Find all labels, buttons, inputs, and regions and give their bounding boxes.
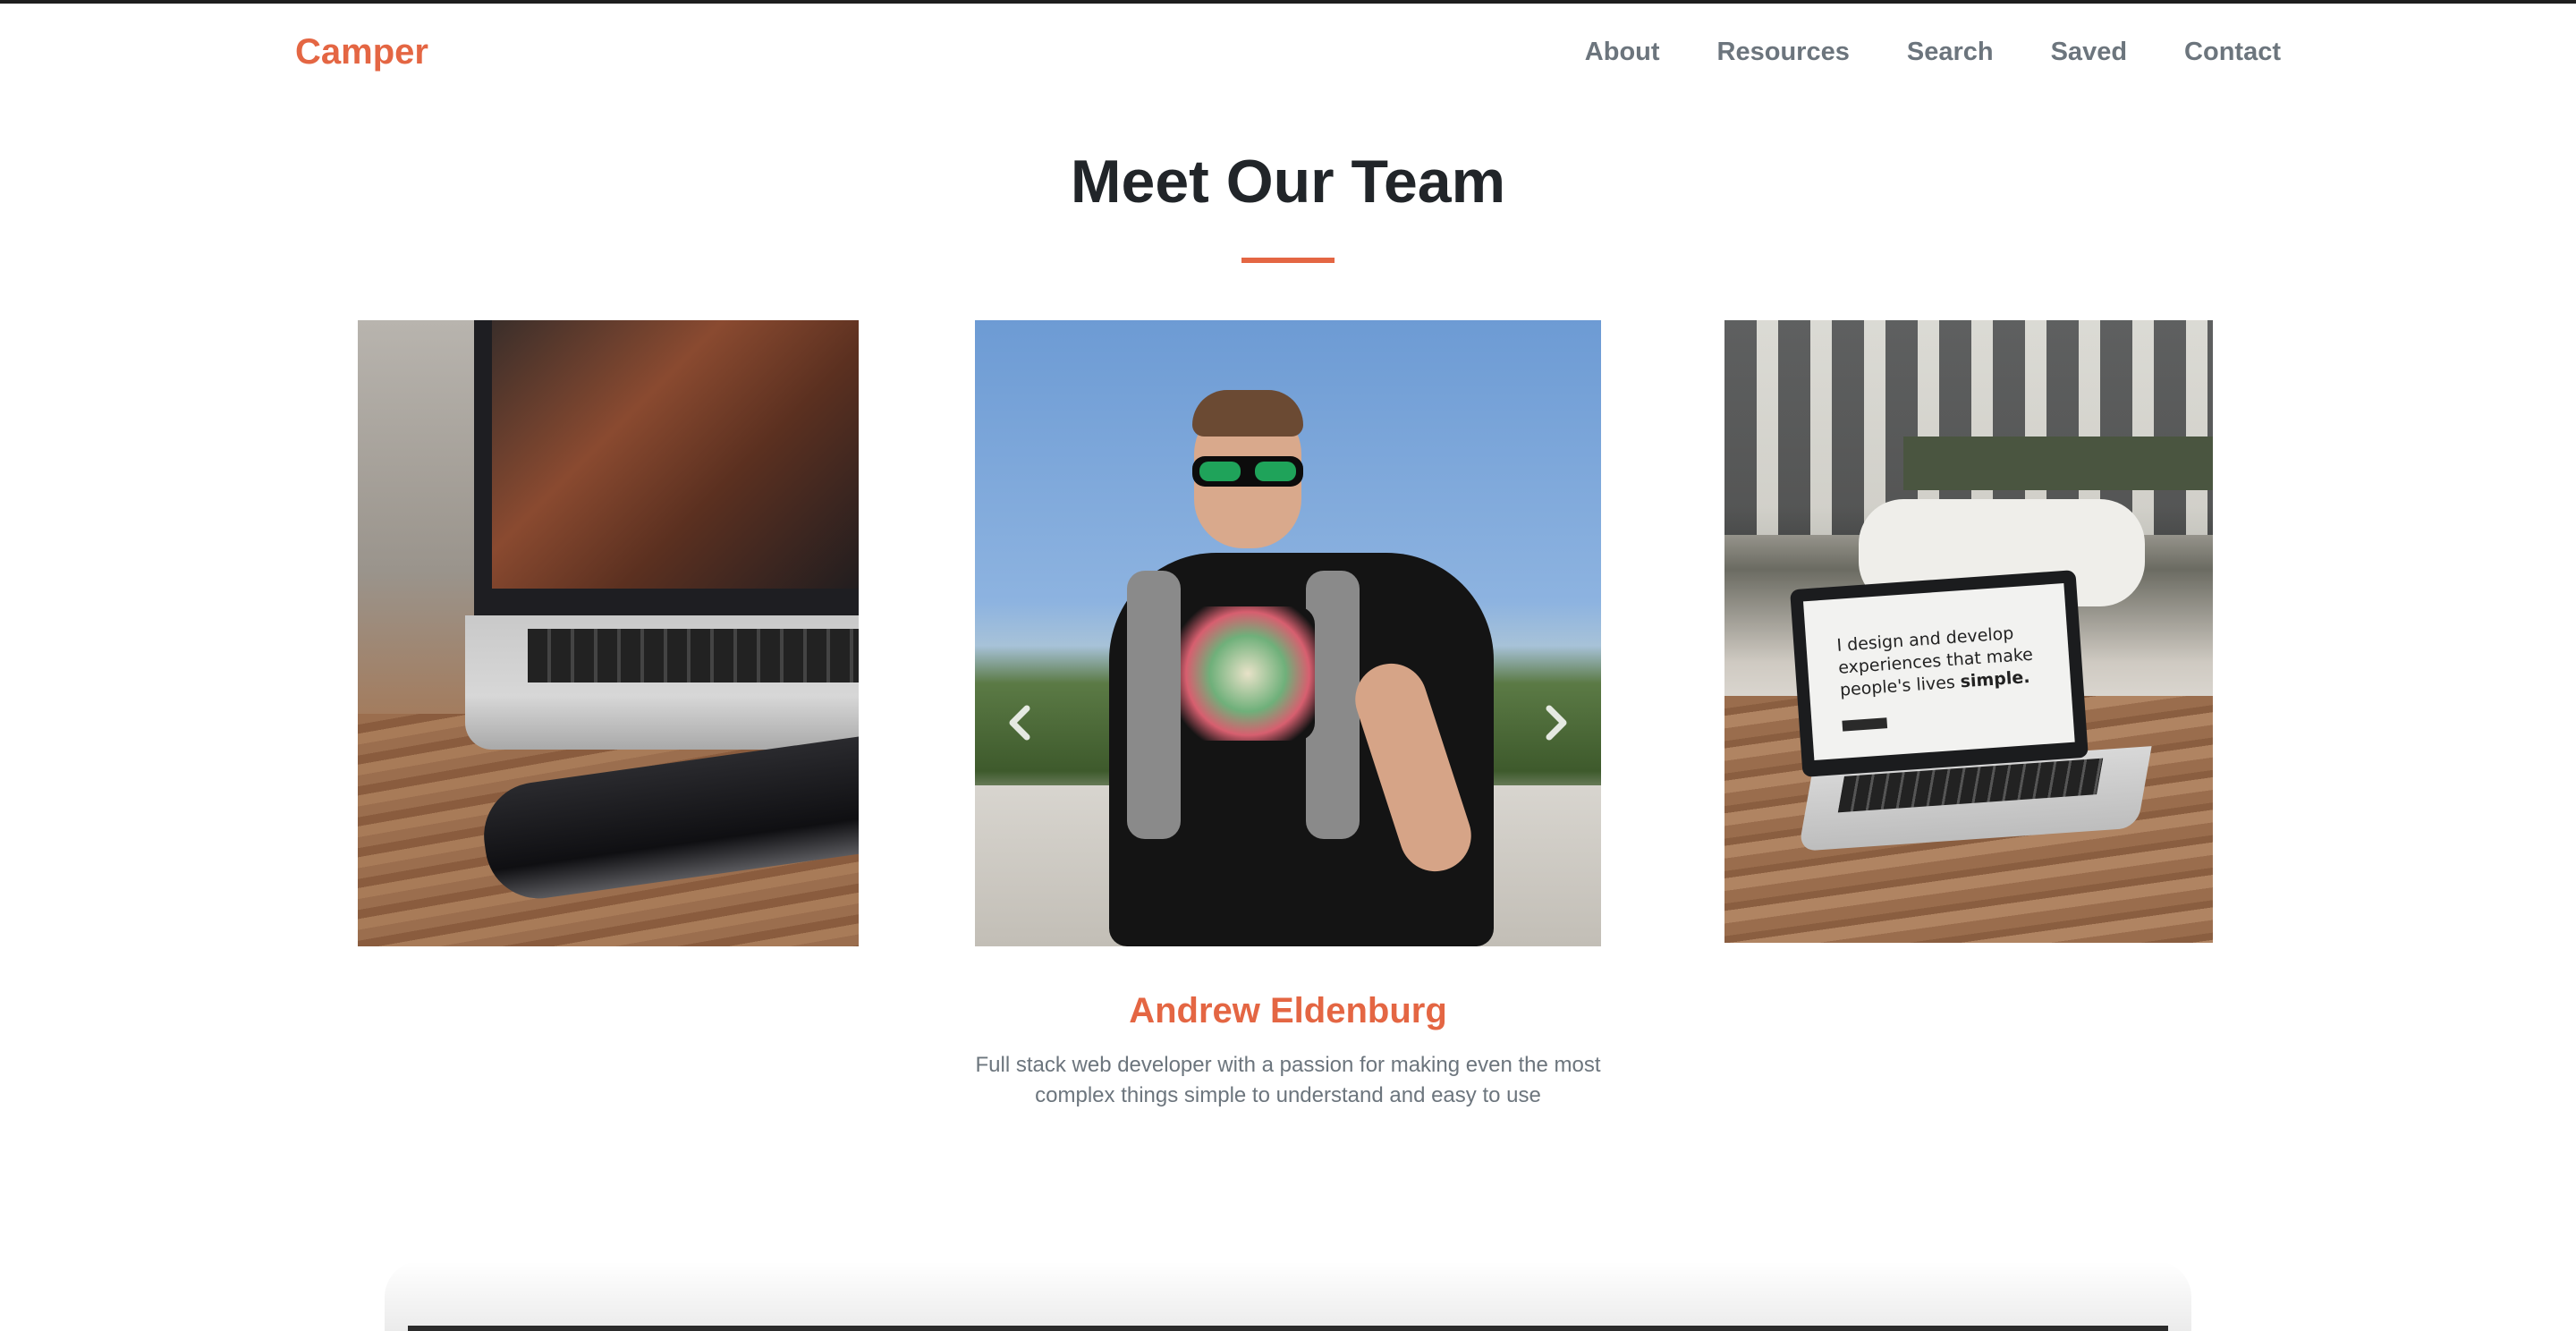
laptop-screen-emphasis: simple.	[1959, 666, 2031, 692]
carousel-prev-button[interactable]	[993, 696, 1046, 750]
person-hair	[1192, 390, 1303, 437]
sunglasses	[1192, 456, 1303, 487]
laptop-screen-button	[1842, 717, 1888, 732]
laptop-screen-text: I design and develop experiences that ma…	[1836, 620, 2055, 702]
next-section-edge	[408, 1326, 2168, 1331]
nav-menu: About Resources Search Saved Contact	[1585, 38, 2281, 67]
nav-item-saved: Saved	[2051, 38, 2127, 67]
carousel-next-button[interactable]	[1530, 696, 1583, 750]
chevron-right-icon	[1546, 705, 1567, 741]
next-section-shadow	[385, 1261, 2191, 1331]
nav-link-about[interactable]: About	[1585, 38, 1660, 66]
chevron-left-icon	[1009, 705, 1030, 741]
laptop-keyboard	[528, 629, 859, 682]
section-title: Meet Our Team	[1070, 148, 1506, 216]
backpack-strap-left	[1127, 571, 1181, 839]
navbar: Camper About Resources Search Saved Cont…	[0, 4, 2576, 100]
nav-link-search[interactable]: Search	[1907, 38, 1994, 66]
nav-item-resources: Resources	[1717, 38, 1850, 67]
title-underline	[1241, 258, 1335, 263]
carousel-slide-previous[interactable]	[358, 320, 859, 946]
nav-link-resources[interactable]: Resources	[1717, 38, 1850, 66]
nav-item-contact: Contact	[2184, 38, 2281, 67]
shirt-graphic	[1181, 606, 1315, 741]
member-bio: Full stack web developer with a passion …	[975, 1053, 1601, 1107]
laptop-screen-frame: I design and develop experiences that ma…	[1790, 570, 2089, 777]
brand-logo[interactable]: Camper	[295, 32, 428, 72]
nav-link-contact[interactable]: Contact	[2184, 38, 2281, 66]
carousel-slide-next[interactable]: I design and develop experiences that ma…	[1724, 320, 2213, 943]
nav-item-about: About	[1585, 38, 1660, 67]
member-name: Andrew Eldenburg	[1129, 991, 1447, 1030]
laptop-display: I design and develop experiences that ma…	[1803, 583, 2075, 760]
hedge	[1903, 437, 2213, 490]
laptop-screen	[492, 320, 859, 589]
carousel-slide-active	[975, 320, 1601, 946]
nav-item-search: Search	[1907, 38, 1994, 67]
nav-link-saved[interactable]: Saved	[2051, 38, 2127, 66]
